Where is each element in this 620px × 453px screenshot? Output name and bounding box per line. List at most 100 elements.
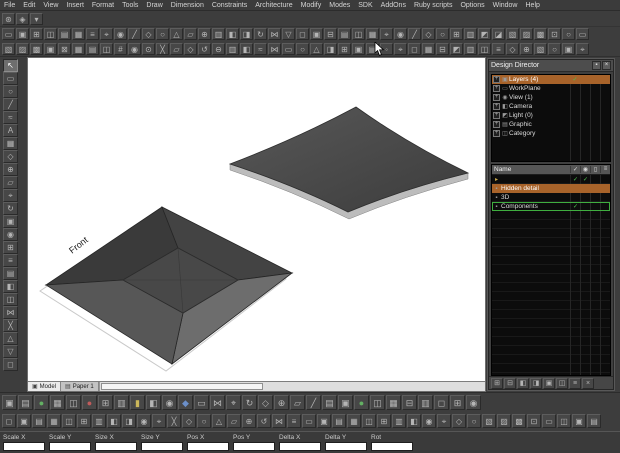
toolbar-icon[interactable]: ◇ [506, 43, 519, 55]
menu-item[interactable]: SDK [354, 2, 376, 9]
toolbar-icon[interactable]: ▣ [44, 43, 57, 55]
tool-icon[interactable]: ◇ [3, 150, 18, 163]
check-icon[interactable]: ✓ [580, 176, 590, 183]
toolbar-icon[interactable]: ▣ [562, 43, 575, 55]
toolbar-icon[interactable]: ⊡ [527, 414, 541, 428]
toolbar-icon[interactable]: ▭ [302, 414, 316, 428]
toolbar-icon[interactable]: ▦ [366, 28, 379, 40]
toolbar-icon[interactable]: ↻ [242, 395, 257, 410]
toolbar-icon[interactable]: ⊟ [436, 43, 449, 55]
toolbar-icon[interactable]: ● [354, 395, 369, 410]
menu-item[interactable]: Options [456, 2, 488, 9]
column-header-icon[interactable]: ◉ [580, 166, 590, 173]
tool-icon[interactable]: ╳ [3, 319, 18, 332]
toolbar-icon[interactable]: ▤ [86, 43, 99, 55]
tool-icon[interactable]: ◫ [3, 293, 18, 306]
toolbar-icon[interactable]: ⊕ [274, 395, 289, 410]
toolbar-icon[interactable]: ↻ [254, 28, 267, 40]
toolbar-icon[interactable]: ▤ [322, 395, 337, 410]
layer-row[interactable]: ▪ 3D [492, 193, 610, 202]
toolbar-icon[interactable]: ⌖ [576, 43, 589, 55]
toolbar-icon[interactable]: ▧ [506, 28, 519, 40]
check-icon[interactable]: ✓ [570, 76, 580, 83]
tool-icon[interactable]: A [3, 124, 18, 137]
layer-row[interactable]: ▪ Components ✓ [492, 202, 610, 211]
toolbar-icon[interactable]: ▥ [418, 395, 433, 410]
toolbar-icon[interactable]: ◉ [422, 414, 436, 428]
toolbar-icon[interactable]: ◆ [178, 395, 193, 410]
menu-item[interactable]: Modify [297, 2, 326, 9]
toolbar-icon[interactable]: ◉ [466, 395, 481, 410]
toolbar-icon[interactable]: ◨ [324, 43, 337, 55]
toolbar-icon[interactable]: ◻ [296, 28, 309, 40]
menu-item[interactable]: Dimension [167, 2, 208, 9]
tool-icon[interactable]: ▭ [3, 72, 18, 85]
tool-icon[interactable]: ○ [3, 85, 18, 98]
toolbar-icon[interactable]: ▱ [170, 43, 183, 55]
toolbar-icon[interactable]: ▣ [2, 395, 17, 410]
toolbar-icon[interactable]: ◉ [137, 414, 151, 428]
toolbar-icon[interactable]: ◫ [62, 414, 76, 428]
tool-icon[interactable]: ▱ [3, 176, 18, 189]
layer-row[interactable]: ▪ Hidden detail [492, 184, 610, 193]
expand-icon[interactable]: + [493, 112, 500, 119]
column-header-icon[interactable]: ✓ [570, 166, 580, 173]
toolbar-icon[interactable]: ▨ [520, 28, 533, 40]
tree-item[interactable]: + ▣ Layers (4) ✓ [492, 75, 610, 84]
toolbar-icon[interactable]: ▦ [47, 414, 61, 428]
panel-icon[interactable]: ◨ [530, 378, 542, 389]
menu-item[interactable]: Draw [142, 2, 166, 9]
toolbar-icon[interactable]: ● [34, 395, 49, 410]
toolbar-icon[interactable]: ◫ [100, 43, 113, 55]
toolbar-icon[interactable]: ○ [296, 43, 309, 55]
toolbar-icon[interactable]: ▤ [587, 414, 601, 428]
tree-item[interactable]: + ◫ Category [492, 129, 610, 138]
menu-item[interactable]: Window [489, 2, 522, 9]
toolbar-icon[interactable]: ○ [436, 28, 449, 40]
curved-slab-object[interactable] [230, 107, 468, 219]
tree-item[interactable]: + ◧ Camera [492, 102, 610, 111]
menu-item[interactable]: Ruby scripts [410, 2, 457, 9]
panel-title-bar[interactable]: Design Director ▪× [489, 60, 613, 72]
tool-icon[interactable]: ↻ [3, 202, 18, 215]
toolbar-icon[interactable]: ● [82, 395, 97, 410]
toolbar-icon[interactable]: ╱ [408, 28, 421, 40]
toolbar-icon[interactable]: ⊟ [324, 28, 337, 40]
toolbar-icon[interactable]: ◻ [434, 395, 449, 410]
toolbar-icon[interactable]: ▨ [16, 43, 29, 55]
panel-icon[interactable]: × [582, 378, 594, 389]
toolbar-icon[interactable]: ⊞ [338, 43, 351, 55]
panel-icon[interactable]: ◫ [556, 378, 568, 389]
expand-icon[interactable]: + [493, 94, 500, 101]
toolbar-icon[interactable]: ▥ [212, 28, 225, 40]
toolbar-icon[interactable]: ▣ [352, 43, 365, 55]
expand-icon[interactable]: + [493, 103, 500, 110]
toolbar-icon[interactable]: ▽ [282, 28, 295, 40]
menu-item[interactable]: File [0, 2, 19, 9]
toolbar-icon[interactable]: ▦ [50, 395, 65, 410]
menu-item[interactable]: Tools [118, 2, 142, 9]
toolbar-icon[interactable]: ▤ [366, 43, 379, 55]
toolbar-icon[interactable]: ▤ [338, 28, 351, 40]
toolbar-icon[interactable]: ◇ [422, 28, 435, 40]
toolbar-icon[interactable]: ◨ [122, 414, 136, 428]
tool-icon[interactable]: ▤ [3, 267, 18, 280]
check-icon[interactable]: ✓ [570, 176, 580, 183]
panel-icon[interactable]: ≡ [569, 378, 581, 389]
toolbar-icon[interactable]: ○ [548, 43, 561, 55]
toolbar-icon[interactable]: ▥ [226, 43, 239, 55]
toolbar-icon[interactable]: ⊞ [377, 414, 391, 428]
status-field-input[interactable] [49, 442, 91, 451]
toolbar-icon[interactable]: ◻ [2, 414, 16, 428]
column-header-icon[interactable]: ▯ [590, 166, 600, 173]
toolbar-icon[interactable]: ◇ [142, 28, 155, 40]
toolbar-icon[interactable]: ◇ [182, 414, 196, 428]
tool-icon[interactable]: ⋈ [3, 306, 18, 319]
tool-icon[interactable]: ↖ [3, 59, 18, 72]
menu-item[interactable]: Constraints [208, 2, 251, 9]
toolbar-icon[interactable]: ⊛ [2, 13, 15, 25]
toolbar-icon[interactable]: ≡ [492, 43, 505, 55]
toolbar-icon[interactable]: ▣ [16, 28, 29, 40]
toolbar-icon[interactable]: ⊟ [402, 395, 417, 410]
toolbar-icon[interactable]: ⋈ [268, 43, 281, 55]
